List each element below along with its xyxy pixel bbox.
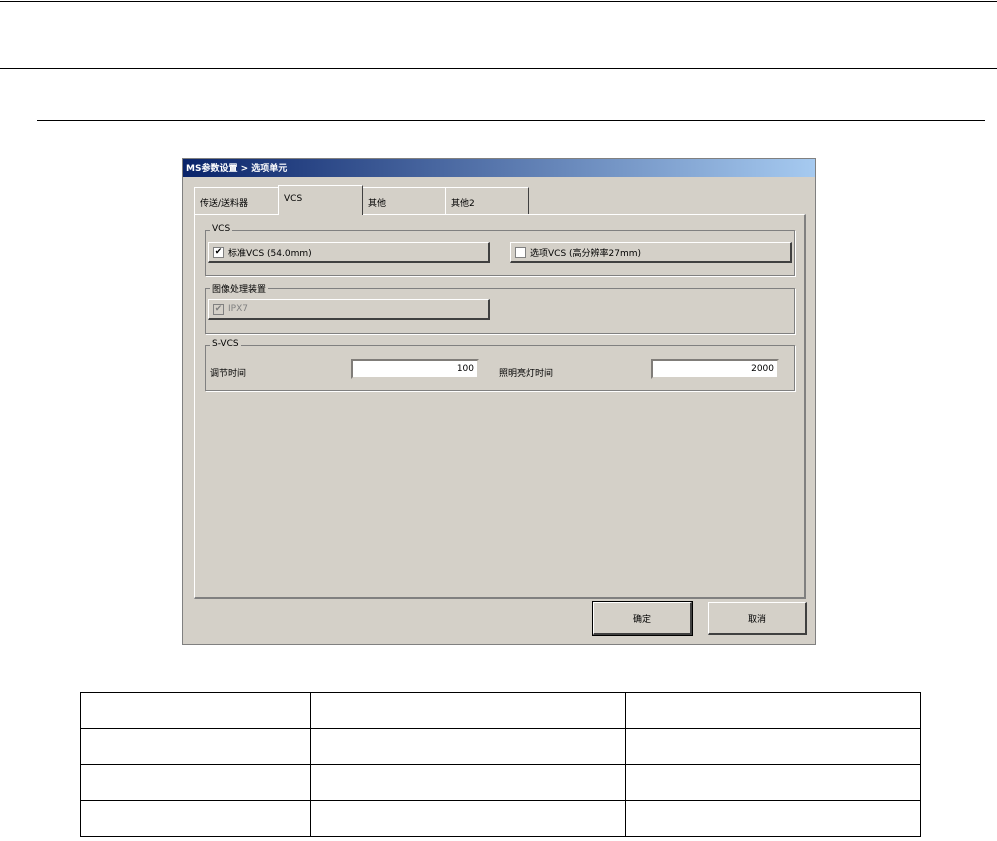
table-cell bbox=[310, 800, 626, 837]
tab-transfer-feeder[interactable]: 传送/送料器 bbox=[194, 187, 280, 215]
button-label: 确定 bbox=[632, 614, 651, 625]
checkbox-label: 标准VCS (54.0mm) bbox=[228, 248, 312, 259]
table-cell bbox=[80, 692, 311, 729]
ok-button[interactable]: 确定 bbox=[592, 601, 693, 636]
group-label: VCS bbox=[210, 224, 233, 234]
top-rule bbox=[0, 1, 997, 2]
table-cell bbox=[80, 728, 311, 765]
blank-table bbox=[80, 692, 921, 837]
table-cell bbox=[625, 800, 921, 837]
table-cell bbox=[625, 692, 921, 729]
dialog-title: MS参数设置 > 选项单元 bbox=[183, 159, 815, 177]
table-cell bbox=[310, 764, 626, 801]
group-label: S-VCS bbox=[210, 339, 241, 349]
table-cell bbox=[80, 764, 311, 801]
table-row bbox=[80, 764, 921, 801]
standard-vcs-checkbox[interactable]: ✔ 标准VCS (54.0mm) bbox=[208, 242, 490, 263]
tab-label: 其他2 bbox=[451, 199, 475, 209]
button-label: 取消 bbox=[747, 614, 766, 625]
tab-panel-vcs: VCS ✔ 标准VCS (54.0mm) 选项VCS (高分辨率27mm) 图像… bbox=[194, 214, 806, 599]
checkmark-icon: ✔ bbox=[213, 246, 224, 258]
table-cell bbox=[310, 728, 626, 765]
adjust-time-label: 调节时间 bbox=[210, 369, 247, 379]
s-vcs-group: S-VCS 调节时间 100 照明亮灯时间 2000 bbox=[205, 339, 795, 391]
light-time-input[interactable]: 2000 bbox=[651, 359, 779, 379]
group-label: 图像处理装置 bbox=[210, 282, 269, 295]
tab-vcs[interactable]: VCS bbox=[278, 185, 363, 215]
table-cell bbox=[80, 800, 311, 837]
image-processing-group: 图像处理装置 ✔ IPX7 bbox=[205, 282, 795, 334]
table-cell bbox=[625, 764, 921, 801]
section-rule bbox=[37, 120, 985, 121]
adjust-time-input[interactable]: 100 bbox=[351, 359, 479, 379]
checkbox-empty-icon bbox=[515, 246, 526, 258]
table-row bbox=[80, 728, 921, 765]
light-time-label: 照明亮灯时间 bbox=[499, 369, 554, 379]
options-dialog: MS参数设置 > 选项单元 传送/送料器 VCS 其他 其他2 VCS ✔ 标准… bbox=[182, 158, 816, 645]
cancel-button[interactable]: 取消 bbox=[708, 602, 807, 635]
checkbox-label: 选项VCS (高分辨率27mm) bbox=[530, 248, 642, 259]
ipx-checkbox: ✔ IPX7 bbox=[208, 299, 490, 320]
tab-label: VCS bbox=[284, 194, 303, 204]
tab-other2[interactable]: 其他2 bbox=[445, 187, 529, 215]
table-cell bbox=[310, 692, 626, 729]
header-rule bbox=[0, 68, 997, 69]
vcs-group: VCS ✔ 标准VCS (54.0mm) 选项VCS (高分辨率27mm) bbox=[205, 224, 795, 276]
tab-label: 传送/送料器 bbox=[200, 199, 249, 209]
optional-vcs-checkbox[interactable]: 选项VCS (高分辨率27mm) bbox=[510, 242, 792, 263]
table-cell bbox=[625, 728, 921, 765]
table-row bbox=[80, 800, 921, 837]
tab-label: 其他 bbox=[368, 199, 387, 209]
checkmark-icon: ✔ bbox=[213, 303, 224, 315]
tab-other[interactable]: 其他 bbox=[362, 187, 446, 215]
checkbox-label: IPX7 bbox=[228, 304, 248, 314]
table-row bbox=[80, 692, 921, 729]
